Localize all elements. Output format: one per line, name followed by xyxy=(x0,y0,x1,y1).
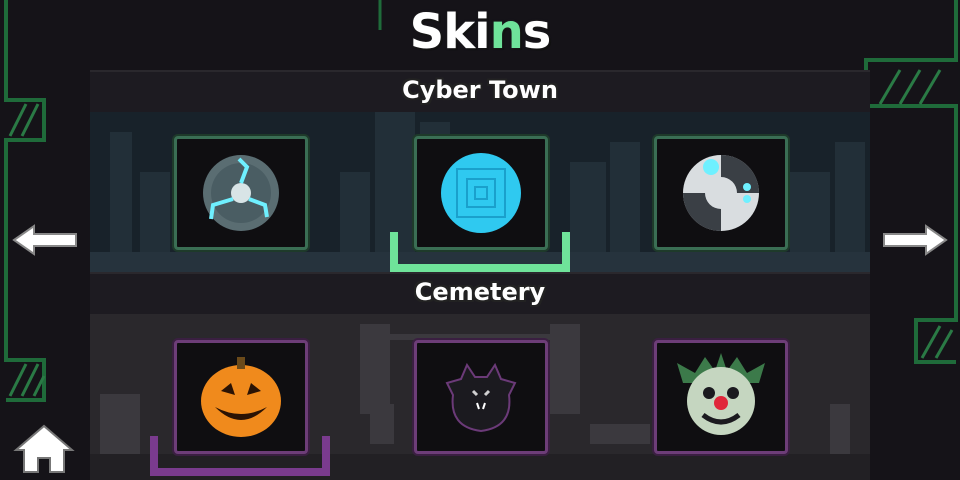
skin-slot[interactable] xyxy=(174,136,308,250)
section-cemetery: Cemetery xyxy=(90,272,870,480)
section-title: Cemetery xyxy=(414,278,546,306)
skin-slot[interactable] xyxy=(654,340,788,454)
arrow-right-icon[interactable] xyxy=(880,222,950,258)
skin-slot[interactable] xyxy=(414,340,548,454)
arrow-left-icon[interactable] xyxy=(10,222,80,258)
robot-ball-icon xyxy=(683,155,759,231)
home-icon[interactable] xyxy=(12,422,76,474)
section-cyber-town: Cyber Town xyxy=(90,70,870,272)
section-title: Cyber Town xyxy=(402,76,558,104)
pumpkin-icon xyxy=(201,357,281,437)
skin-slot[interactable] xyxy=(414,136,548,250)
skin-slot[interactable] xyxy=(654,136,788,250)
electric-orb-icon xyxy=(203,155,279,231)
skin-slot[interactable] xyxy=(174,340,308,454)
page-title: Skins xyxy=(409,4,552,60)
pixel-ball-icon xyxy=(441,153,521,233)
bat-icon xyxy=(445,362,517,433)
clown-icon xyxy=(677,353,765,435)
